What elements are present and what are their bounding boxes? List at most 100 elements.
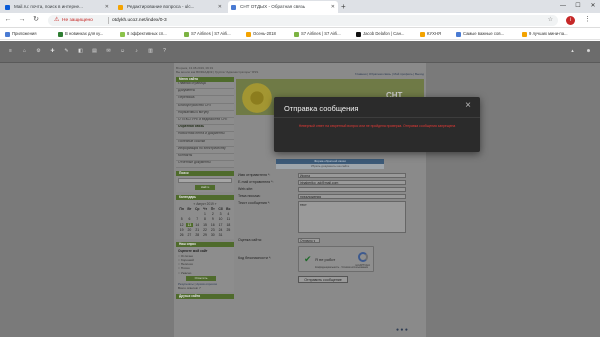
sidebar-item-news[interactable]: Новостная лента и документы <box>176 132 234 140</box>
checkmark-icon[interactable]: ✔ <box>304 255 312 264</box>
calendar-day[interactable]: 7 <box>194 217 201 222</box>
calendar-day[interactable]: 13 <box>185 222 194 228</box>
close-tab-icon[interactable]: ✕ <box>105 1 109 13</box>
panel-users-icon[interactable]: ☺ <box>118 47 127 56</box>
top-navigation[interactable]: Главная | Обратная связь | Мой профиль |… <box>236 71 424 77</box>
omnibox[interactable]: ⚠ Не защищено otdykh.ucoz.net/index/0-3 … <box>48 15 558 26</box>
bookmark-item[interactable]: Самые важные сов... <box>456 28 518 40</box>
social-share-icon[interactable]: ● <box>400 327 403 333</box>
panel-design-icon[interactable]: ◧ <box>76 47 85 56</box>
poll-option[interactable]: Ужасно <box>178 271 232 275</box>
calendar-day[interactable]: 2 <box>209 212 216 217</box>
panel-add-icon[interactable]: ✚ <box>48 47 57 56</box>
calendar-day[interactable]: 30 <box>209 233 216 238</box>
panel-hide-icon[interactable]: ▴ <box>568 47 577 56</box>
panel-messages-icon[interactable]: ✉ <box>104 47 113 56</box>
calendar-day[interactable]: 23 <box>209 228 216 233</box>
security-status[interactable]: Не защищено <box>62 15 93 26</box>
calendar-day[interactable]: 9 <box>209 217 216 222</box>
close-tab-icon[interactable]: ✕ <box>331 1 335 13</box>
calendar-day[interactable]: 31 <box>217 233 224 238</box>
bookmark-item[interactable]: S7 Airlines | S7 Airli... <box>294 28 352 40</box>
warning-icon[interactable]: ⚠ <box>54 15 59 26</box>
calendar-day[interactable]: 19 <box>178 228 185 233</box>
sidebar-item-electricity[interactable]: Информация по электричеству <box>176 146 234 154</box>
calendar-day[interactable]: 17 <box>217 223 224 228</box>
reload-icon[interactable]: ↻ <box>31 15 41 25</box>
social-share-icon[interactable]: ● <box>405 327 408 333</box>
calendar-day[interactable]: 15 <box>201 223 208 228</box>
calendar-day[interactable]: 16 <box>209 223 216 228</box>
panel-menu-icon[interactable]: ≡ <box>6 47 15 56</box>
browser-tab-edit[interactable]: Редактирование вопроса - ulc... ✕ <box>115 1 225 13</box>
panel-help-icon[interactable]: ? <box>160 47 169 56</box>
recaptcha-privacy-link[interactable]: Конфиденциальность · Условия использован… <box>315 266 368 269</box>
calendar-day[interactable]: 4 <box>225 212 232 217</box>
search-input[interactable] <box>178 178 232 184</box>
sender-email-field[interactable]: irinaberiko_ad@mail.com <box>298 180 406 185</box>
calendar-day[interactable]: 1 <box>201 212 208 217</box>
calendar-day[interactable]: 20 <box>186 228 193 233</box>
sidebar-item-norms[interactable]: Нормативы к вступу <box>176 110 234 118</box>
calendar-day[interactable]: 22 <box>201 228 208 233</box>
minimize-button[interactable]: — <box>556 0 570 13</box>
calendar-day[interactable]: 14 <box>194 223 201 228</box>
panel-user-icon[interactable]: ☻ <box>584 47 593 56</box>
sidebar-item-home[interactable]: Главная страница <box>176 82 234 90</box>
calendar-day[interactable]: 12 <box>178 223 185 228</box>
profile-avatar[interactable]: i <box>566 16 575 25</box>
calendar-day[interactable]: 29 <box>201 233 208 238</box>
sidebar-item-contacts[interactable]: Контакты <box>176 153 234 162</box>
bookmark-star-icon[interactable]: ☆ <box>548 15 553 26</box>
social-share-icon[interactable]: ● <box>396 327 399 333</box>
poll-submit-button[interactable]: Ответить <box>186 275 216 281</box>
close-window-button[interactable]: ✕ <box>586 0 600 13</box>
calendar-day[interactable]: 6 <box>186 217 193 222</box>
browser-tab-mail[interactable]: Mail.ru: почта, поиск в интерне... ✕ <box>2 1 112 13</box>
close-tab-icon[interactable]: ✕ <box>218 1 222 13</box>
sidebar-item-links[interactable]: Полезные ссылки <box>176 139 234 147</box>
calendar-day[interactable]: 10 <box>217 217 224 222</box>
maximize-button[interactable]: ☐ <box>571 0 585 13</box>
calendar-day[interactable]: 24 <box>217 228 224 233</box>
sidebar-item-documents[interactable]: Документы <box>176 89 234 97</box>
calendar-day[interactable]: 25 <box>225 228 232 233</box>
calendar-day[interactable]: 21 <box>194 228 201 233</box>
calendar-day[interactable]: 27 <box>186 233 193 238</box>
sidebar-item-improvement[interactable]: Благоустройство СНТ <box>176 103 234 111</box>
bookmark-item[interactable]: Осень-2018 <box>246 28 292 40</box>
bookmark-item[interactable]: В новинках для ку... <box>58 28 116 40</box>
bookmark-item[interactable]: Jacob Delafon | Сан... <box>356 28 416 40</box>
calendar-day[interactable]: 8 <box>201 217 208 222</box>
bookmark-item[interactable]: 9 лучших мини-па... <box>522 28 580 40</box>
rating-select[interactable]: Отлично ▾ <box>298 238 320 243</box>
back-arrow-icon[interactable]: ← <box>3 15 13 25</box>
sidebar-item-correspondence[interactable]: Переписка <box>176 96 234 104</box>
close-icon[interactable]: × <box>465 101 471 111</box>
url-text[interactable]: otdykh.ucoz.net/index/0-3 <box>112 15 167 26</box>
sidebar-item-texture[interactable]: О ТЕКСТУРЕ и ведомостей СНТ <box>176 117 234 126</box>
new-tab-button[interactable]: + <box>341 1 346 12</box>
subject-field[interactable]: предложения <box>298 194 406 199</box>
search-button[interactable]: Найти <box>195 185 215 191</box>
sender-name-field[interactable]: Ирина <box>298 173 406 178</box>
forward-arrow-icon[interactable]: → <box>17 15 27 25</box>
bookmark-apps[interactable]: Приложения <box>5 28 53 40</box>
message-textarea[interactable]: тест <box>298 201 406 233</box>
website-field[interactable] <box>298 187 406 192</box>
bookmark-item[interactable]: КУХНЯ <box>420 28 452 40</box>
panel-chart-icon[interactable]: ▥ <box>146 47 155 56</box>
send-message-button[interactable]: Отправить сообщение <box>298 276 348 283</box>
calendar-day[interactable]: 5 <box>178 217 185 222</box>
panel-edit-icon[interactable]: ✎ <box>62 47 71 56</box>
panel-stats-icon[interactable]: ▤ <box>90 47 99 56</box>
panel-home-icon[interactable]: ⌂ <box>20 47 29 56</box>
calendar-day[interactable]: 3 <box>217 212 224 217</box>
panel-settings-icon[interactable]: ⚙ <box>34 47 43 56</box>
browser-tab-feedback[interactable]: СНТ ОТДЫХ - Обратная связь ✕ <box>228 1 338 13</box>
sidebar-item-feedback[interactable]: Обратная связь <box>176 125 234 133</box>
bookmark-item[interactable]: S7 Airlines | S7 Airli... <box>184 28 242 40</box>
browser-menu-icon[interactable]: ⋮ <box>584 15 591 25</box>
calendar-day[interactable]: 11 <box>225 217 232 222</box>
panel-bell-icon[interactable]: ♪ <box>132 47 141 56</box>
